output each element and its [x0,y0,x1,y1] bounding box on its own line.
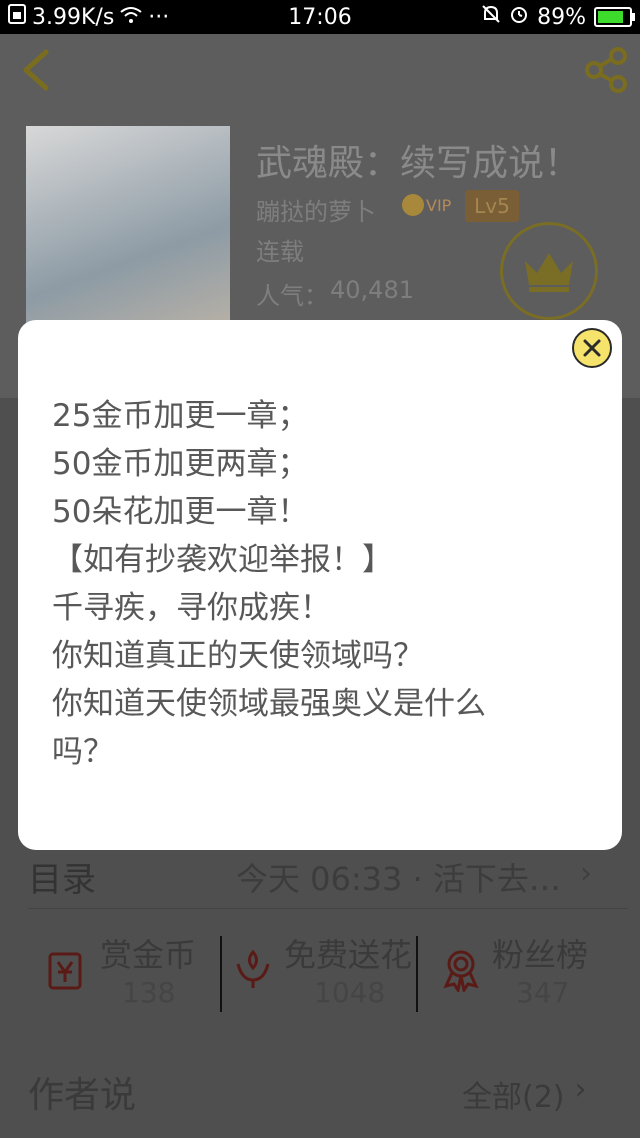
stat-value: 347 [516,976,570,1009]
level-badge: Lv5 [465,190,519,222]
mute-icon [481,4,501,30]
author-says-row[interactable]: 作者说 全部(2) › [0,1066,640,1126]
book-title: 武魂殿：续写成说！ [256,143,581,184]
network-speed: 3.99K/s [32,4,115,30]
vip-label: VIP [426,195,452,215]
popularity-label: 人气： [256,282,328,310]
catalog-label: 目录 [28,860,96,900]
all-label: 全部(2) [462,1080,565,1115]
chevron-right-icon: › [574,1072,587,1107]
author-says-label: 作者说 [28,1075,137,1116]
back-button[interactable] [16,48,56,92]
close-button[interactable] [572,328,612,368]
stat-value: 138 [122,976,176,1009]
dialog-line: 25金币加更一章； [52,398,309,434]
flower-icon [236,949,270,988]
share-button[interactable] [582,46,630,94]
stat-label: 免费送花 [284,936,413,974]
author-name[interactable]: 蹦挞的萝卜 [256,192,376,227]
popularity: 人气： 40,481 [256,276,414,311]
chevron-right-icon: › [580,856,592,891]
medal-icon [443,950,479,992]
dialog-line: 千寻疾，寻你成疾！ [52,590,331,626]
battery-fill [598,11,623,23]
stat-label: 粉丝榜 [492,936,589,974]
dialog-line: 50朵花加更一章！ [52,494,309,530]
author-says-all[interactable]: 全部(2) › [462,1072,587,1116]
close-icon [583,339,601,357]
alarm-icon [509,4,529,30]
dialog-line: 你知道天使领域最强奥义是什么 [52,686,486,722]
dialog-line: 吗？ [52,734,114,770]
book-notice-dialog: 25金币加更一章； 50金币加更两章； 50朵花加更一章！ 【如有抄袭欢迎举报！… [18,320,622,850]
status-right: 89% [481,4,635,30]
stats-bar: 赏金币 138 免费送花 1048 粉丝榜 347 [0,930,640,1020]
latest-chapter: 今天 06:33 · 活下去… [236,860,561,898]
more-notifications: ··· [148,4,170,30]
status-left: 3.99K/s ··· [8,4,169,30]
dialog-line: 【如有抄袭欢迎举报！】 [52,542,393,578]
vip-badge: VIP [402,192,451,218]
stat-fan-rank[interactable]: 粉丝榜 347 [438,930,618,1018]
dialog-message: 25金币加更一章； 50金币加更两章； 50朵花加更一章！ 【如有抄袭欢迎举报！… [52,392,582,776]
serial-status: 连载 [256,238,304,266]
share-icon [585,47,627,93]
battery-percent: 89% [537,4,586,30]
status-bar: 3.99K/s ··· 17:06 89% [0,0,640,34]
stat-separator [220,936,222,1012]
stat-label: 赏金币 [100,936,197,974]
chevron-left-icon [23,49,49,91]
battery-icon [594,7,635,27]
wifi-icon [120,5,142,30]
stat-reward-coins[interactable]: 赏金币 138 [46,930,216,1018]
stat-separator [416,936,418,1012]
dialog-line: 50金币加更两章； [52,446,309,482]
crown-icon [525,253,573,292]
coin-reward-icon [48,952,82,990]
stat-value: 1048 [314,976,386,1009]
popularity-value: 40,481 [330,276,414,304]
crown-button[interactable] [500,222,598,320]
stat-free-flowers[interactable]: 免费送花 1048 [230,930,415,1018]
dialog-line: 你知道真正的天使领域吗？ [52,638,424,674]
vip-icon [402,194,424,216]
catalog-row[interactable]: 目录 今天 06:33 · 活下去… › [0,838,640,918]
divider [28,908,628,909]
sim-icon [8,4,26,30]
